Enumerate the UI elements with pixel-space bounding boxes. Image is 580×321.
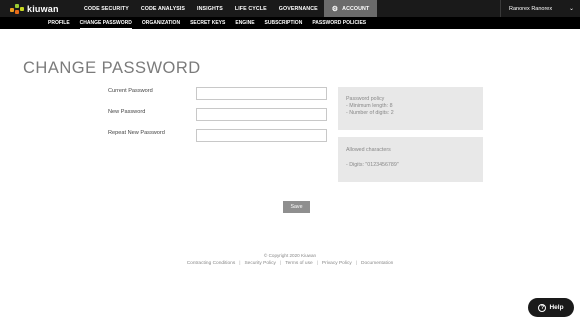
new-password-label: New Password xyxy=(108,109,146,115)
nav-governance[interactable]: GOVERNANCE xyxy=(273,0,324,17)
current-password-input[interactable] xyxy=(196,87,327,100)
help-button[interactable]: ? Help xyxy=(528,298,574,317)
footer-separator: | xyxy=(355,261,358,266)
footer-link-contracting[interactable]: Contracting Conditions xyxy=(187,261,236,266)
nav-account[interactable]: ⚙ ACCOUNT xyxy=(323,0,378,17)
policy-min-length: - Minimum length: 8 xyxy=(346,103,393,109)
main-nav: CODE SECURITY CODE ANALYSIS INSIGHTS LIF… xyxy=(78,0,378,17)
subnav-organization[interactable]: ORGANIZATION xyxy=(142,17,180,29)
nav-code-security[interactable]: CODE SECURITY xyxy=(78,0,135,17)
new-password-input[interactable] xyxy=(196,108,327,121)
save-button[interactable]: Save xyxy=(283,201,310,213)
chevron-down-icon: ⌄ xyxy=(568,6,574,12)
footer-link-security-policy[interactable]: Security Policy xyxy=(244,261,275,266)
repeat-password-label: Repeat New Password xyxy=(108,130,165,136)
user-menu[interactable]: Ranorex Ranorex ⌄ xyxy=(500,0,580,17)
nav-insights[interactable]: INSIGHTS xyxy=(191,0,229,17)
current-password-label: Current Password xyxy=(108,88,153,94)
policy-num-digits: - Number of digits: 2 xyxy=(346,110,394,116)
top-navigation-bar: kiuwan CODE SECURITY CODE ANALYSIS INSIG… xyxy=(0,0,580,17)
footer-separator: | xyxy=(239,261,241,266)
kiuwan-logo-icon xyxy=(10,3,24,15)
nav-code-analysis[interactable]: CODE ANALYSIS xyxy=(135,0,191,17)
copyright-text: © Copyright 2020 Kiuwan xyxy=(263,253,317,258)
user-name: Ranorex Ranorex xyxy=(509,5,553,12)
footer-separator: | xyxy=(316,261,318,266)
kiuwan-logo[interactable]: kiuwan xyxy=(0,0,78,17)
nav-life-cycle[interactable]: LIFE CYCLE xyxy=(229,0,273,17)
nav-account-label: ACCOUNT xyxy=(342,5,370,12)
footer-link-documentation[interactable]: Documentation xyxy=(361,261,393,266)
logo-text: kiuwan xyxy=(27,3,59,14)
footer-separator: | xyxy=(279,261,282,266)
question-icon: ? xyxy=(538,303,547,312)
account-subnav: PROFILE CHANGE PASSWORD ORGANIZATION SEC… xyxy=(0,17,580,29)
subnav-subscription[interactable]: SUBSCRIPTION xyxy=(265,17,303,29)
footer-links: Contracting Conditions | Security Policy… xyxy=(0,261,580,266)
allowed-characters-box: Allowed characters - Digits: "0123456789… xyxy=(338,137,483,182)
footer-link-terms[interactable]: Terms of use xyxy=(285,261,312,266)
subnav-engine[interactable]: ENGINE xyxy=(235,17,254,29)
subnav-profile[interactable]: PROFILE xyxy=(48,17,70,29)
help-label: Help xyxy=(549,304,564,311)
footer-link-privacy[interactable]: Privacy Policy xyxy=(322,261,352,266)
subnav-secret-keys[interactable]: SECRET KEYS xyxy=(190,17,225,29)
page-title: CHANGE PASSWORD xyxy=(23,59,201,77)
gear-icon: ⚙ xyxy=(331,5,339,13)
allowed-characters-heading: Allowed characters xyxy=(346,147,391,153)
subnav-change-password[interactable]: CHANGE PASSWORD xyxy=(79,17,132,29)
subnav-password-policies[interactable]: PASSWORD POLICIES xyxy=(312,17,366,29)
repeat-password-input[interactable] xyxy=(196,129,327,142)
password-policy-heading: Password policy xyxy=(346,96,385,102)
allowed-digits: - Digits: "0123456789" xyxy=(346,162,399,168)
password-policy-box: Password policy - Minimum length: 8 - Nu… xyxy=(338,87,483,130)
